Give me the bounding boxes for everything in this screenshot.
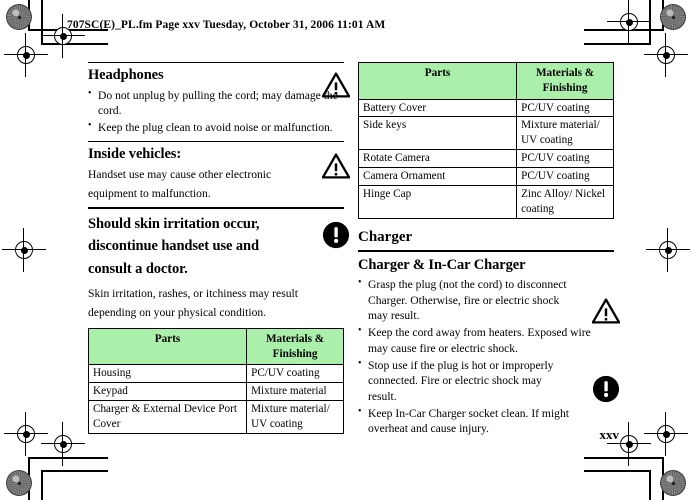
- cell-part: Housing: [87, 364, 248, 384]
- right-column: Parts Materials & Finishing Battery Cove…: [357, 62, 620, 441]
- registration-mark: [644, 412, 688, 456]
- registration-mark: [644, 33, 688, 77]
- list-item: Grasp the plug (not the cord) to disconn…: [358, 276, 570, 323]
- cell-part: Keypad: [87, 382, 248, 402]
- right-parts-table: Parts Materials & Finishing Battery Cove…: [357, 62, 614, 219]
- cell-part: Hinge Cap: [357, 185, 518, 219]
- charger-chapter-heading: Charger: [358, 228, 413, 245]
- inside-vehicles-body: Handset use may cause other electronic e…: [88, 168, 272, 200]
- cell-part: Rotate Camera: [357, 149, 518, 169]
- cell-material: PC/UV coating: [516, 149, 614, 169]
- cell-material: Mixture material/ UV coating: [246, 400, 344, 435]
- table-row: Charger & External Device Port Cover Mix…: [87, 400, 344, 435]
- skin-irritation-body: Skin irritation, rashes, or itchiness ma…: [88, 287, 298, 319]
- table-row: Side keys Mixture material/ UV coating: [357, 116, 614, 151]
- exclamation-circle-icon: [322, 221, 350, 249]
- table-header-row: Parts Materials & Finishing: [87, 327, 344, 366]
- halftone-density-patch: [660, 4, 686, 30]
- charger-sub-heading: Charger & In-Car Charger: [358, 256, 526, 273]
- section-skin-irritation: Should skin irritation occur, discontinu…: [88, 213, 350, 322]
- list-item: Keep the cord away from heaters. Exposed…: [358, 324, 608, 356]
- table-row: Camera Ornament PC/UV coating: [357, 167, 614, 187]
- list-item: Keep In-Car Charger socket clean. If mig…: [358, 405, 608, 437]
- registration-mark: [2, 228, 46, 272]
- column-header-parts: Parts: [87, 327, 248, 366]
- section-rule: [88, 62, 344, 63]
- registration-mark: [4, 412, 48, 456]
- halftone-density-patch: [6, 4, 32, 30]
- crop-line: [584, 470, 651, 472]
- charger-bullet-list: Grasp the plug (not the cord) to disconn…: [358, 276, 591, 436]
- column-header-materials: Materials & Finishing: [516, 62, 614, 100]
- table-row: Hinge Cap Zinc Alloy/ Nickel coating: [357, 185, 614, 219]
- cell-material: PC/UV coating: [246, 364, 344, 384]
- column-header-parts: Parts: [357, 62, 518, 100]
- section-rule: [88, 140, 344, 142]
- cell-material: Zinc Alloy/ Nickel coating: [516, 185, 614, 219]
- list-item: Do not unplug by pulling the cord; may d…: [88, 87, 344, 119]
- table-row: Housing PC/UV coating: [87, 364, 344, 384]
- cell-material: PC/UV coating: [516, 98, 614, 118]
- section-charger-in-car: Charger & In-Car Charger Grasp the plug …: [358, 256, 620, 437]
- printed-page: 707SC(E)_PL.fm Page xxv Tuesday, October…: [0, 0, 692, 500]
- left-column: Headphones Do not unplug by pulling the …: [87, 62, 350, 435]
- headphones-heading: Headphones: [88, 67, 164, 83]
- warning-triangle-icon: [592, 297, 620, 325]
- page-number: xxv: [599, 427, 620, 442]
- halftone-density-patch: [660, 470, 686, 496]
- left-parts-table: Parts Materials & Finishing Housing PC/U…: [87, 327, 344, 435]
- inside-vehicles-heading: Inside vehicles:: [88, 145, 182, 162]
- cell-part: Camera Ornament: [357, 167, 518, 187]
- cell-material: Mixture material/ UV coating: [516, 116, 614, 151]
- section-rule: [88, 206, 344, 209]
- headphones-bullet-list: Do not unplug by pulling the cord; may d…: [88, 87, 344, 136]
- section-headphones: Headphones Do not unplug by pulling the …: [88, 67, 350, 136]
- column-header-materials: Materials & Finishing: [246, 327, 344, 366]
- registration-mark: [4, 33, 48, 77]
- skin-irritation-heading: Should skin irritation occur, discontinu…: [88, 215, 260, 277]
- running-head: 707SC(E)_PL.fm Page xxv Tuesday, October…: [67, 19, 386, 31]
- crop-line: [41, 470, 108, 472]
- exclamation-circle-icon: [592, 375, 620, 403]
- section-rule: [358, 249, 614, 252]
- cell-part: Side keys: [357, 116, 518, 151]
- warning-triangle-icon: [322, 152, 350, 180]
- list-item: Stop use if the plug is hot or improperl…: [358, 357, 570, 404]
- cell-part: Charger & External Device Port Cover: [87, 400, 248, 435]
- registration-mark: [646, 228, 690, 272]
- table-row: Battery Cover PC/UV coating: [357, 98, 614, 118]
- table-row: Rotate Camera PC/UV coating: [357, 149, 614, 169]
- list-item: Keep the plug clean to avoid noise or ma…: [88, 119, 344, 135]
- cell-material: PC/UV coating: [516, 167, 614, 187]
- cell-part: Battery Cover: [357, 98, 518, 118]
- cell-material: Mixture material: [246, 382, 344, 402]
- crop-line: [649, 471, 651, 500]
- crop-line: [41, 471, 43, 500]
- table-header-row: Parts Materials & Finishing: [357, 62, 614, 100]
- halftone-density-patch: [6, 470, 32, 496]
- section-inside-vehicles: Inside vehicles: Handset use may cause o…: [88, 145, 350, 203]
- table-row: Keypad Mixture material: [87, 382, 344, 402]
